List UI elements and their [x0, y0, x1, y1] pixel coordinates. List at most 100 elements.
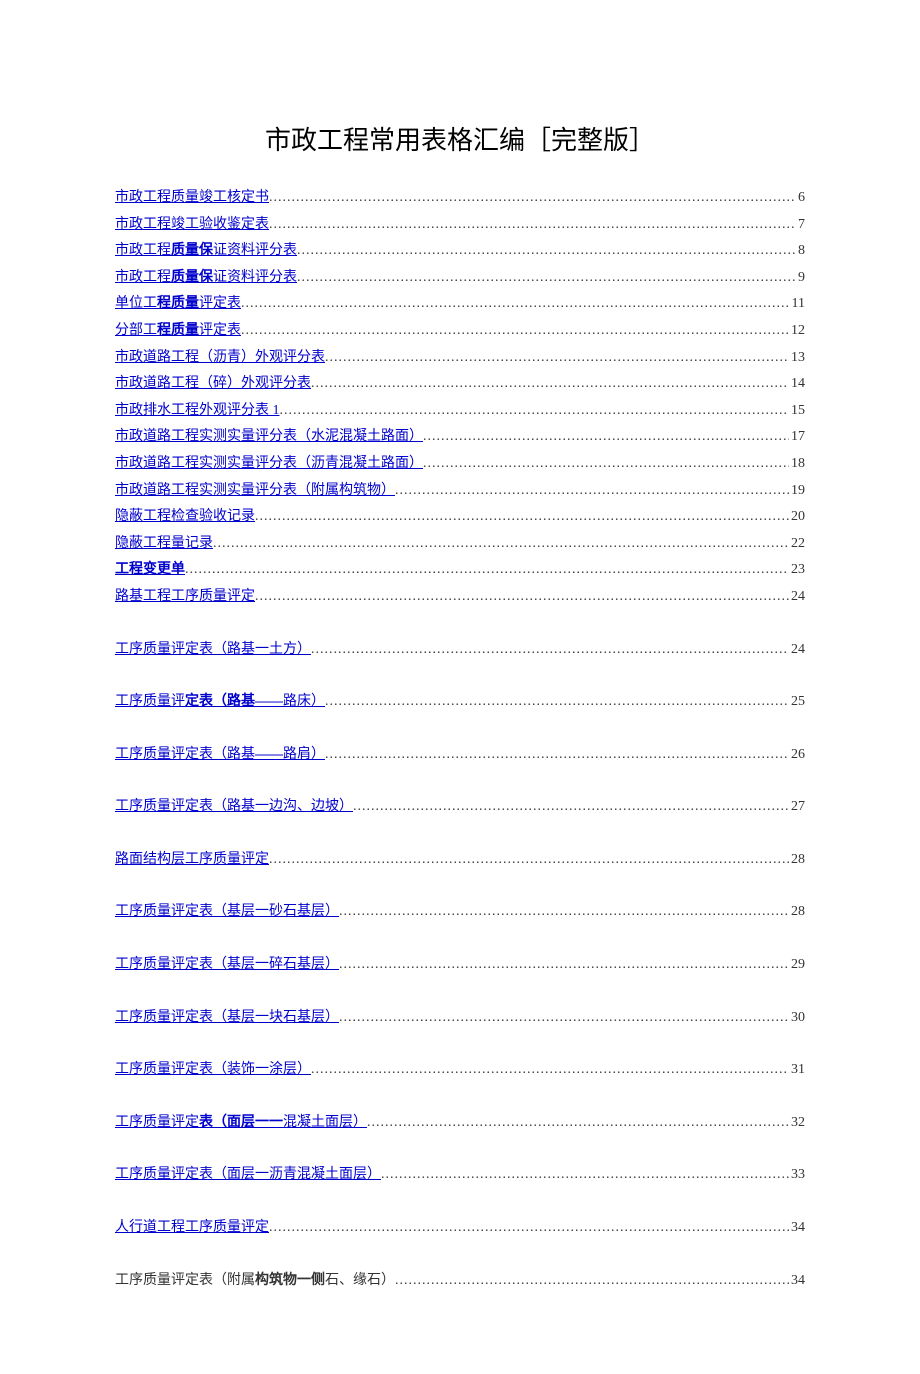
toc-page-number: 12 — [789, 318, 805, 345]
toc-link[interactable]: 工序质量评定表（面层一沥青混凝土面层） — [115, 1162, 381, 1189]
toc-label-text: 路基工程工序质量评定 — [115, 589, 255, 604]
toc-label-text: 工序质量评定表（路基一边沟、边坡） — [115, 799, 353, 814]
toc-link[interactable]: 单位工程质量评定表 — [115, 291, 241, 318]
toc-leader-dots — [395, 478, 789, 505]
toc-link[interactable]: 工序质量评定表（面层一一混凝土面层） — [115, 1110, 367, 1137]
toc-entry: 工序质量评定表（路基一土方） 24 — [115, 637, 805, 664]
toc-page-number: 13 — [789, 345, 805, 372]
toc-label-prefix: 工序质量评 — [115, 694, 185, 709]
toc-label-text: 市政道路工程实测实量评分表（水泥混凝土路面） — [115, 429, 423, 444]
toc-leader-dots — [339, 1005, 789, 1032]
toc-link[interactable]: 工序质量评定表（装饰一涂层） — [115, 1057, 311, 1084]
toc-label-prefix: 工序质量评定表（附属 — [115, 1273, 255, 1288]
toc-leader-dots — [241, 318, 789, 345]
toc-leader-dots — [241, 291, 790, 318]
toc-link[interactable]: 市政道路工程实测实量评分表（附属构筑物） — [115, 478, 395, 505]
toc-leader-dots — [325, 742, 789, 769]
toc-page-number: 29 — [789, 952, 805, 979]
toc-link[interactable]: 工序质量评定表（路基——路床） — [115, 689, 325, 716]
toc-label-text: 工序质量评定表（路基一土方） — [115, 642, 311, 657]
toc-label-suffix: 石、缘石） — [325, 1273, 395, 1288]
toc-entry: 工序质量评定表（路基——路肩） 26 — [115, 742, 805, 769]
toc-page-number: 24 — [789, 637, 805, 664]
toc-link[interactable]: 工序质量评定表（路基一边沟、边坡） — [115, 794, 353, 821]
toc-label-bold: 表（面层一一 — [199, 1115, 283, 1130]
toc-entry: 工序质量评定表（路基——路床） 25 — [115, 689, 805, 716]
toc-link[interactable]: 人行道工程工序质量评定 — [115, 1215, 269, 1242]
toc-label-text: 人行道工程工序质量评定 — [115, 1220, 269, 1235]
toc-leader-dots — [269, 212, 796, 239]
toc-page-number: 30 — [789, 1005, 805, 1032]
toc-link[interactable]: 路基工程工序质量评定 — [115, 584, 255, 611]
toc-label-suffix: 路床） — [283, 694, 325, 709]
toc-label-text: 工序质量评定表（基层一块石基层） — [115, 1010, 339, 1025]
toc-leader-dots — [325, 689, 789, 716]
toc-page-number: 26 — [789, 742, 805, 769]
toc-page-number: 11 — [790, 291, 805, 318]
toc-link[interactable]: 工序质量评定表（基层一块石基层） — [115, 1005, 339, 1032]
toc-leader-dots — [423, 451, 789, 478]
toc-link[interactable]: 工序质量评定表（基层一砂石基层） — [115, 899, 339, 926]
toc-leader-dots — [185, 557, 789, 584]
toc-page-number: 17 — [789, 424, 805, 451]
toc-leader-dots — [353, 794, 789, 821]
toc-link[interactable]: 隐蔽工程检查验收记录 — [115, 504, 255, 531]
document-page: 市政工程常用表格汇编［完整版］ 市政工程质量竣工核定书6市政工程竣工验收鉴定表7… — [0, 0, 920, 1374]
toc-leader-dots — [269, 185, 796, 212]
toc-label-prefix: 市政工程 — [115, 270, 171, 285]
toc-page-number: 24 — [789, 584, 805, 611]
toc-link: 工序质量评定表（附属构筑物一侧石、缘石） — [115, 1268, 395, 1295]
toc-link[interactable]: 市政工程竣工验收鉴定表 — [115, 212, 269, 239]
toc-link[interactable]: 市政排水工程外观评分表 1 — [115, 398, 280, 425]
toc-link[interactable]: 工程变更单 — [115, 557, 185, 584]
toc-label-text: 市政工程竣工验收鉴定表 — [115, 217, 269, 232]
toc-label-suffix: 混凝土面层） — [283, 1115, 367, 1130]
toc-entry: 市政工程质量保证资料评分表 8 — [115, 238, 805, 265]
toc-label-bold: 定表（路基—— — [185, 694, 283, 709]
toc-label-text: 市政工程质量竣工核定书 — [115, 190, 269, 205]
toc-link[interactable]: 工序质量评定表（路基一土方） — [115, 637, 311, 664]
toc-entry: 市政排水工程外观评分表 115 — [115, 398, 805, 425]
toc-page-number: 28 — [789, 847, 805, 874]
toc-entry: 路基工程工序质量评定 24 — [115, 584, 805, 611]
toc-entry: 工序质量评定表（基层一块石基层） 30 — [115, 1005, 805, 1032]
toc-link[interactable]: 路面结构层工序质量评定 — [115, 847, 269, 874]
toc-leader-dots — [311, 637, 789, 664]
toc-leader-dots — [367, 1110, 789, 1137]
toc-leader-dots — [381, 1162, 789, 1189]
toc-leader-dots — [311, 371, 789, 398]
toc-label-text: 市政道路工程（碎）外观评分表 — [115, 376, 311, 391]
toc-entry: 市政道路工程（沥青）外观评分表 13 — [115, 345, 805, 372]
toc-entry: 隐蔽工程量记录22 — [115, 531, 805, 558]
toc-link[interactable]: 隐蔽工程量记录 — [115, 531, 213, 558]
toc-label-suffix: 评定表 — [199, 296, 241, 311]
toc-label-bold: 程质量 — [157, 323, 199, 338]
toc-link[interactable]: 分部工程质量评定表 — [115, 318, 241, 345]
toc-link[interactable]: 市政道路工程（沥青）外观评分表 — [115, 345, 325, 372]
toc-entry: 人行道工程工序质量评定34 — [115, 1215, 805, 1242]
toc-entry: 工序质量评定表（面层一沥青混凝土面层）33 — [115, 1162, 805, 1189]
toc-leader-dots — [297, 238, 796, 265]
toc-page-number: 8 — [796, 238, 805, 265]
toc-link[interactable]: 市政道路工程（碎）外观评分表 — [115, 371, 311, 398]
toc-label-bold: 质量保 — [171, 270, 213, 285]
toc-leader-dots — [255, 504, 789, 531]
toc-link[interactable]: 市政工程质量保证资料评分表 — [115, 238, 297, 265]
toc-page-number: 7 — [796, 212, 805, 239]
toc-link[interactable]: 市政工程质量保证资料评分表 — [115, 265, 297, 292]
toc-link[interactable]: 工序质量评定表（基层一碎石基层） — [115, 952, 339, 979]
toc-page-number: 27 — [789, 794, 805, 821]
toc-page-number: 20 — [789, 504, 805, 531]
toc-label-text: 隐蔽工程量记录 — [115, 536, 213, 551]
toc-page-number: 25 — [789, 689, 805, 716]
toc-link[interactable]: 市政道路工程实测实量评分表（水泥混凝土路面） — [115, 424, 423, 451]
toc-label-text: 工序质量评定表（面层一沥青混凝土面层） — [115, 1167, 381, 1182]
toc-link[interactable]: 市政工程质量竣工核定书 — [115, 185, 269, 212]
toc-link[interactable]: 工序质量评定表（路基——路肩） — [115, 742, 325, 769]
document-title: 市政工程常用表格汇编［完整版］ — [115, 120, 805, 157]
table-of-contents: 市政工程质量竣工核定书6市政工程竣工验收鉴定表7市政工程质量保证资料评分表8市政… — [115, 185, 805, 1294]
toc-link[interactable]: 市政道路工程实测实量评分表（沥青混凝土路面） — [115, 451, 423, 478]
toc-entry: 市政工程质量保证资料评分表9 — [115, 265, 805, 292]
toc-leader-dots — [339, 952, 789, 979]
toc-page-number: 31 — [789, 1057, 805, 1084]
